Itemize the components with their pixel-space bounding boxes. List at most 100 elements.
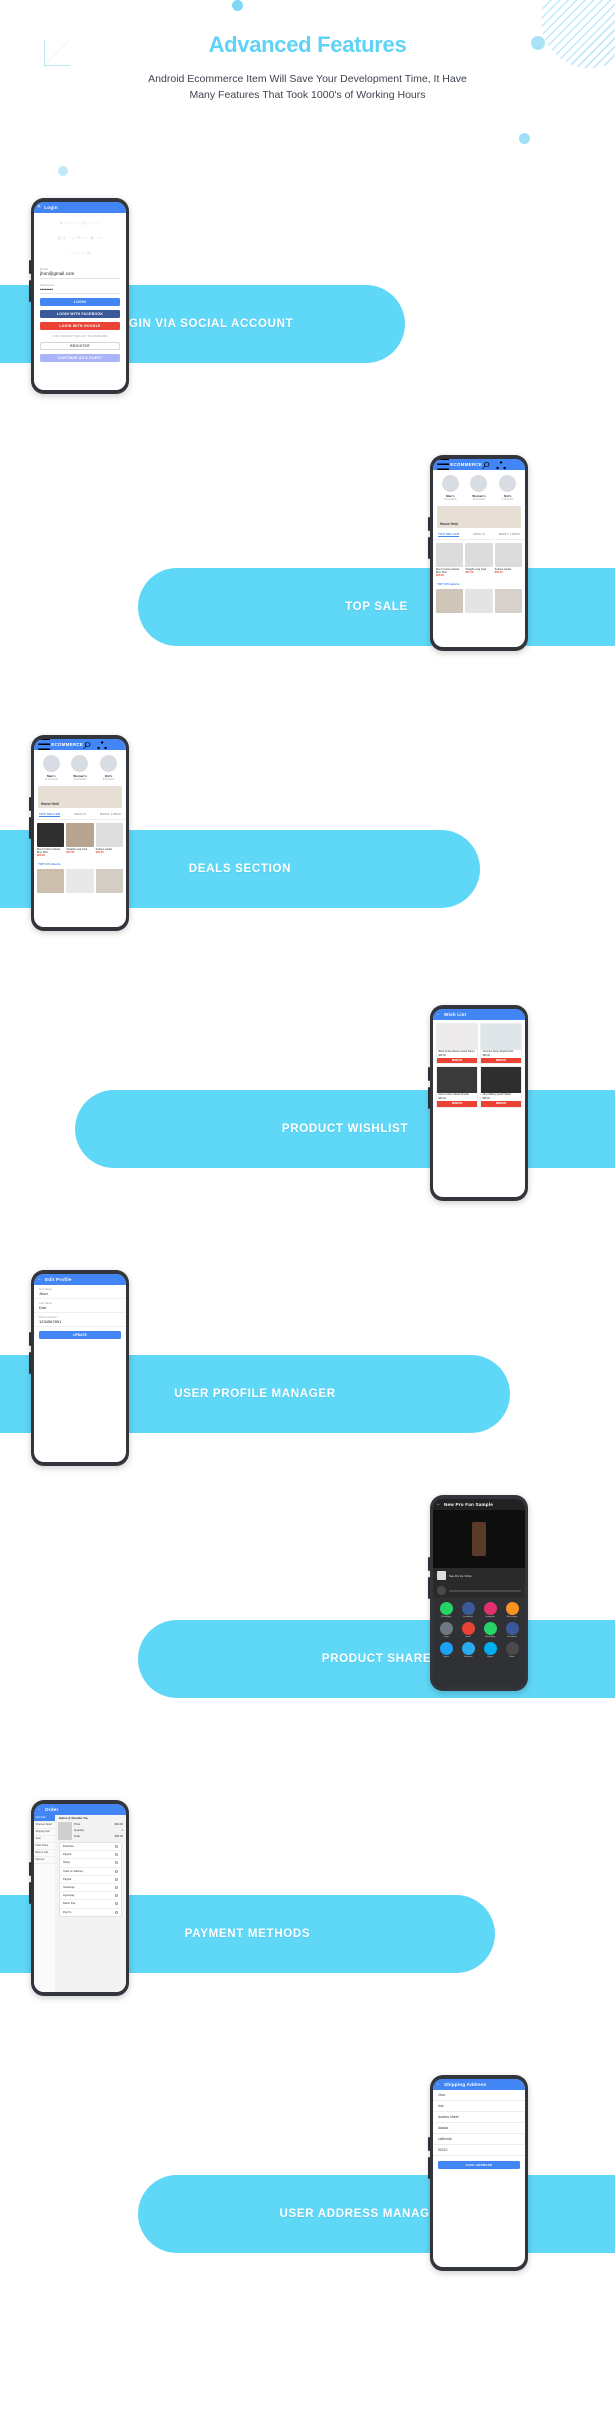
save-address-button[interactable]: SAVE ADDRESS — [438, 2161, 520, 2170]
tab-top-seller[interactable]: TOP SELLER — [438, 532, 460, 537]
product-card[interactable]: Straight Long Coat $47.00 — [465, 543, 493, 577]
tab-most-liked[interactable]: MOST LIKED — [499, 532, 520, 538]
promo-banner[interactable]: House Hold — [437, 505, 521, 528]
remove-button[interactable]: REMOVE — [437, 1101, 477, 1107]
address-field-zip[interactable]: 90210 — [433, 2145, 525, 2156]
register-button[interactable]: REGISTER — [40, 342, 120, 350]
payment-method-cod[interactable]: Cash on Delivery — [60, 1868, 121, 1876]
profile-field-last-name[interactable]: Last Name Doe — [34, 1299, 126, 1313]
product-card[interactable] — [95, 869, 123, 893]
category-item-womens[interactable]: Women's 12 Products — [466, 475, 492, 501]
back-arrow-icon[interactable]: ← — [37, 1277, 42, 1282]
rail-item-total[interactable]: Total — [34, 1836, 55, 1843]
payment-method-paytm[interactable]: PayTm — [60, 1909, 121, 1916]
profile-field-phone[interactable]: Phone Number 1234567891 — [34, 1313, 126, 1327]
category-item-womens[interactable]: Women's 12 Products — [67, 755, 93, 781]
address-field-street[interactable]: doctors street — [433, 2112, 525, 2123]
share-app-more[interactable]: More — [502, 1642, 522, 1658]
product-card[interactable] — [436, 589, 464, 613]
back-arrow-icon[interactable]: ← — [436, 1012, 441, 1017]
product-card[interactable]: Men's Cotton Classic Blue Shirt $25.00 — [37, 823, 65, 857]
forgot-password-link[interactable]: I'VE FORGOTTEN MY PASSWORD — [40, 334, 120, 338]
share-app-twitter[interactable]: Twitter — [436, 1642, 456, 1658]
payment-method-paypal[interactable]: Paypal — [60, 1851, 121, 1860]
product-card[interactable] — [494, 589, 522, 613]
category-item-kids[interactable]: Kid's 8 Products — [495, 475, 521, 501]
back-arrow-icon[interactable]: ← — [436, 2082, 441, 2087]
wishlist-item[interactable]: Alloy Military Quartz Watch $35.00 REMOV… — [480, 1066, 522, 1108]
tab-deals[interactable]: DEALS — [473, 532, 485, 538]
radio-icon[interactable] — [115, 1877, 118, 1881]
payment-method-razorpay[interactable]: Razor Pay — [60, 1900, 121, 1909]
payment-method-stripe[interactable]: Stripe — [60, 1859, 121, 1868]
back-arrow-icon[interactable]: ← — [37, 1807, 42, 1812]
rail-item-cart-total[interactable]: Cart Total — [34, 1815, 55, 1822]
remove-button[interactable]: REMOVE — [481, 1057, 521, 1064]
category-count: 8 Products — [102, 777, 115, 781]
rail-item-shipment-detail[interactable]: Shipment Detail — [34, 1822, 55, 1829]
category-item-mens[interactable]: Men's 10 Products — [437, 475, 463, 501]
share-app-facebook[interactable]: Facebook — [458, 1602, 478, 1618]
radio-icon[interactable] — [115, 1894, 118, 1898]
share-app-facebook-2[interactable]: Facebook — [502, 1622, 522, 1638]
remove-button[interactable]: REMOVE — [437, 1057, 477, 1064]
product-card[interactable]: Surface Jacket $59.00 — [494, 543, 522, 577]
login-facebook-button[interactable]: LOGIN WITH FACEBOOK — [40, 310, 120, 318]
back-arrow-icon[interactable]: ← — [436, 1502, 441, 1507]
share-app-telegram[interactable]: Telegram — [458, 1642, 478, 1658]
share-app-whatsapp[interactable]: WhatsApp — [436, 1602, 456, 1618]
wishlist-item[interactable]: Black Knitted Mesh Casual Shoes $45.00 R… — [436, 1023, 478, 1065]
category-item-kids[interactable]: Kid's 8 Products — [96, 755, 122, 781]
rail-item-shipping-cost[interactable]: Shipping Cost — [34, 1829, 55, 1836]
promo-banner[interactable]: House Hold — [38, 785, 122, 808]
share-app-skype[interactable]: Skype — [480, 1642, 500, 1658]
product-card[interactable] — [37, 869, 65, 893]
share-link-row[interactable] — [433, 1583, 525, 1598]
wishlist-item[interactable]: Men's Cotton Classic Bundle $25.00 REMOV… — [436, 1066, 478, 1108]
radio-icon[interactable] — [115, 1845, 118, 1849]
payment-method-instamojo[interactable]: Instamojo — [60, 1884, 121, 1893]
product-card[interactable] — [465, 589, 493, 613]
radio-icon[interactable] — [115, 1902, 118, 1906]
password-field[interactable]: Password •••••••• — [40, 283, 120, 294]
wishlist-item[interactable]: Juventus Home Replica Shirt $65.00 REMOV… — [480, 1023, 522, 1065]
category-item-mens[interactable]: Men's 10 Products — [38, 755, 64, 781]
tab-top-seller[interactable]: TOP SELLER — [39, 812, 61, 817]
radio-icon[interactable] — [115, 1886, 118, 1890]
rail-item-order-notes[interactable]: Order Notes — [34, 1843, 55, 1850]
product-card[interactable]: Men's Cotton Classic Blue Shirt $25.00 — [436, 543, 464, 577]
address-field-country[interactable]: Alaska — [433, 2123, 525, 2134]
product-card[interactable] — [66, 869, 94, 893]
address-field-state[interactable]: california — [433, 2134, 525, 2145]
share-item-row[interactable]: See Pro Ice Circle — [433, 1568, 525, 1583]
login-google-button[interactable]: LOGIN WITH GOOGLE — [40, 322, 120, 330]
product-card[interactable]: Surface Jacket $59.00 — [95, 823, 123, 857]
share-app-gmail[interactable]: Gmail — [458, 1622, 478, 1638]
share-app-messenger[interactable]: Messenger — [502, 1602, 522, 1618]
email-field[interactable]: Email jhon@gmail.com — [40, 267, 120, 279]
payment-method-paypal-2[interactable]: Paypal — [60, 1876, 121, 1884]
product-card[interactable]: Straight Long Coat $47.00 — [66, 823, 94, 857]
remove-button[interactable]: REMOVE — [481, 1101, 521, 1107]
tab-most-liked[interactable]: MOST LIKED — [100, 812, 121, 818]
share-app-copy[interactable]: Copy — [436, 1622, 456, 1638]
radio-icon[interactable] — [115, 1910, 118, 1914]
radio-icon[interactable] — [115, 1853, 118, 1857]
radio-icon[interactable] — [115, 1869, 118, 1873]
radio-icon[interactable] — [115, 1861, 118, 1865]
login-button[interactable]: LOGIN — [40, 298, 120, 306]
address-field-first-name[interactable]: Jhon — [433, 2090, 525, 2101]
share-app-whatsapp-2[interactable]: WhatsApp — [480, 1622, 500, 1638]
close-icon[interactable]: ✕ — [37, 205, 41, 210]
address-field-last-name[interactable]: doe — [433, 2101, 525, 2112]
tab-deals[interactable]: DEALS — [74, 812, 86, 818]
rail-item-back-to-cart[interactable]: Back to Cart — [34, 1850, 55, 1857]
payment-method-hyperpay[interactable]: Hyperpay — [60, 1892, 121, 1901]
update-profile-button[interactable]: UPDATE — [39, 1331, 121, 1339]
profile-field-first-name[interactable]: First Name Jhon — [34, 1285, 126, 1299]
share-app-instagram[interactable]: Instagram — [480, 1602, 500, 1618]
continue-as-guest-button[interactable]: CONTINUE AS A GUEST — [40, 354, 120, 362]
payment-method-braintree[interactable]: Braintree — [60, 1843, 121, 1852]
summary-label: Total — [74, 1835, 80, 1838]
rail-item-payment[interactable]: Payment — [34, 1857, 55, 1864]
